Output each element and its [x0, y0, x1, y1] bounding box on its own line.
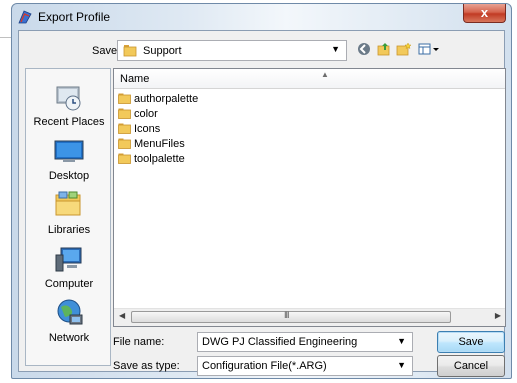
- folder-icon: [118, 108, 131, 119]
- save-as-type-label: Save as type:: [113, 360, 180, 372]
- column-header-name[interactable]: Name ▲: [114, 69, 505, 89]
- place-desktop[interactable]: Desktop: [26, 135, 112, 182]
- folder-icon: [118, 93, 131, 104]
- folder-icon: [118, 123, 131, 134]
- save-button[interactable]: Save: [437, 331, 505, 353]
- back-icon[interactable]: [355, 42, 373, 60]
- recent-places-icon: [53, 81, 85, 113]
- chevron-down-icon[interactable]: ▼: [397, 336, 406, 346]
- scroll-grip: III: [284, 310, 289, 320]
- folder-icon: [118, 153, 131, 164]
- network-icon: [53, 297, 85, 329]
- dialog-body: Save in: Support ▼ Recent Places Desktop…: [18, 30, 506, 377]
- place-label: Desktop: [48, 170, 90, 182]
- close-button[interactable]: x: [463, 4, 506, 23]
- file-name-value: DWG PJ Classified Engineering: [202, 336, 358, 348]
- export-profile-dialog: Export Profile x Save in: Support ▼ Rece…: [11, 3, 512, 379]
- file-list[interactable]: Name ▲ authorpalette color Icons MenuFil…: [113, 68, 506, 327]
- view-menu-icon[interactable]: [417, 42, 443, 60]
- places-bar: Recent Places Desktop Libraries Computer: [25, 68, 111, 366]
- scroll-right-icon[interactable]: ▶: [495, 311, 501, 320]
- file-name: toolpalette: [134, 153, 185, 165]
- computer-icon: [53, 243, 85, 275]
- scroll-left-icon[interactable]: ◀: [119, 311, 125, 320]
- window-title: Export Profile: [38, 10, 111, 24]
- cancel-button[interactable]: Cancel: [437, 355, 505, 377]
- place-libraries[interactable]: Libraries: [26, 189, 112, 236]
- place-label: Recent Places: [33, 116, 105, 128]
- file-name: authorpalette: [134, 93, 199, 105]
- scroll-thumb[interactable]: III: [131, 310, 451, 323]
- file-name-input[interactable]: DWG PJ Classified Engineering ▼: [197, 332, 413, 352]
- sort-ascending-icon: ▲: [321, 70, 329, 79]
- folder-icon: [123, 45, 137, 57]
- file-name: MenuFiles: [134, 138, 185, 150]
- save-in-dropdown[interactable]: Support ▼: [117, 40, 347, 61]
- chevron-down-icon: ▼: [397, 360, 406, 370]
- desktop-icon: [53, 135, 85, 167]
- place-computer[interactable]: Computer: [26, 243, 112, 290]
- background-edge-line: [0, 37, 11, 38]
- place-network[interactable]: Network: [26, 297, 112, 344]
- place-recent-places[interactable]: Recent Places: [26, 81, 112, 128]
- place-label: Computer: [44, 278, 94, 290]
- place-label: Libraries: [47, 224, 91, 236]
- file-name-label: File name:: [113, 336, 165, 348]
- save-in-value: Support: [143, 45, 182, 57]
- new-folder-icon[interactable]: [395, 42, 413, 60]
- column-name-label: Name: [120, 73, 150, 85]
- chevron-down-icon: ▼: [331, 44, 340, 54]
- app-icon: [18, 10, 32, 24]
- title-bar[interactable]: Export Profile x: [12, 4, 511, 30]
- horizontal-scrollbar[interactable]: ◀ III ▶: [114, 308, 505, 326]
- libraries-icon: [53, 189, 85, 221]
- place-label: Network: [48, 332, 90, 344]
- up-folder-icon[interactable]: [375, 42, 393, 60]
- file-name: Icons: [134, 123, 161, 135]
- folder-icon: [118, 138, 131, 149]
- save-as-type-dropdown[interactable]: Configuration File(*.ARG) ▼: [197, 356, 413, 376]
- save-as-type-value: Configuration File(*.ARG): [202, 360, 327, 372]
- file-name: color: [134, 108, 158, 120]
